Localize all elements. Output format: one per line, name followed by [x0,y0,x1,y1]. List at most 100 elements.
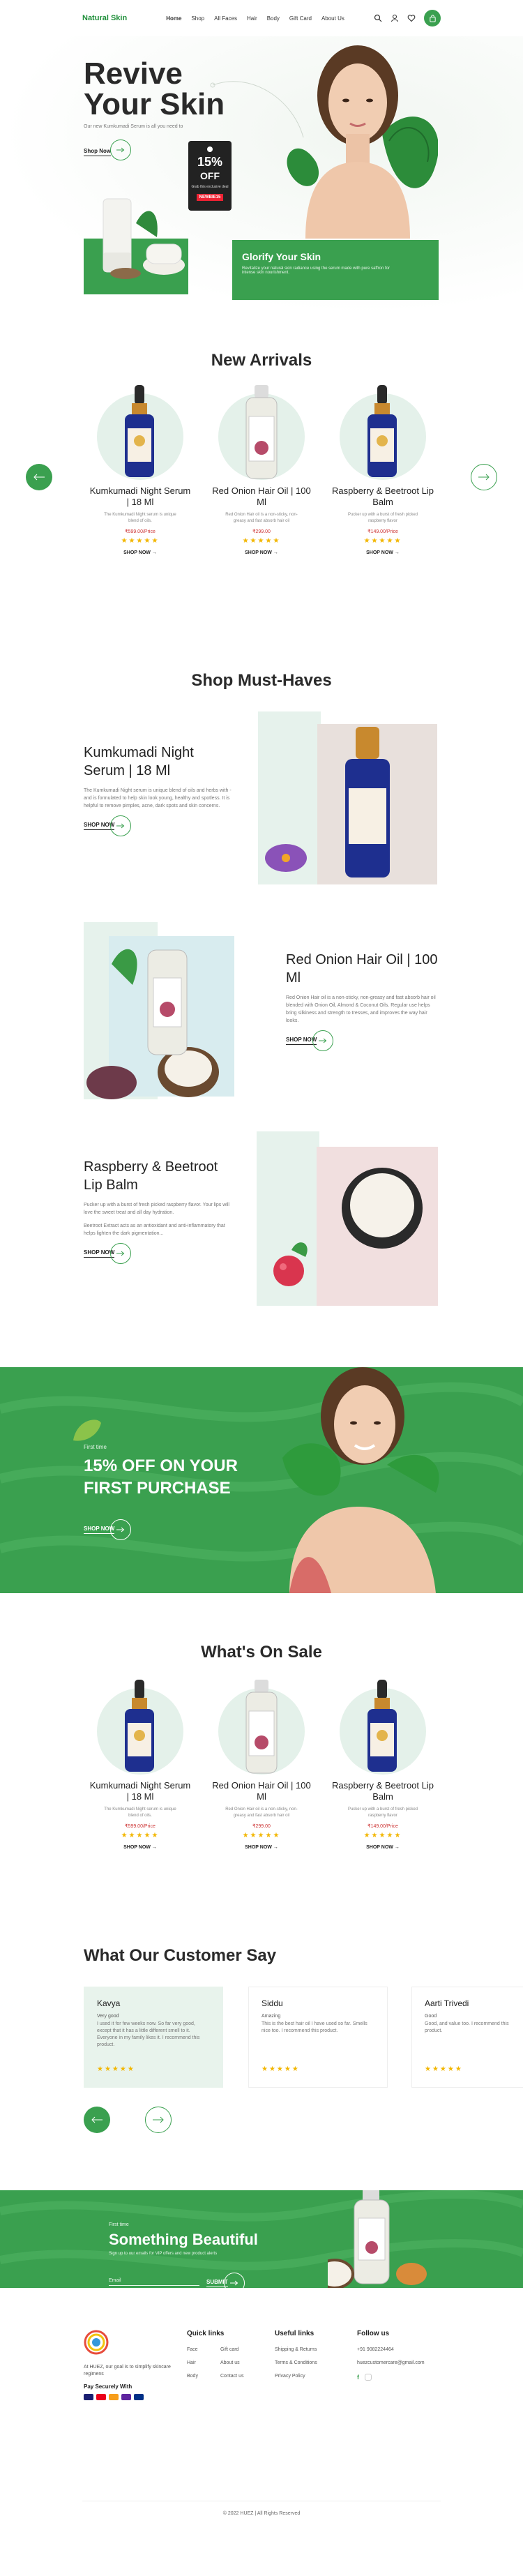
footer-email[interactable]: huezcustomercare@gmail.com [357,2360,444,2365]
product-shop-now[interactable]: SHOP NOW → [331,550,435,555]
product-name[interactable]: Raspberry & Beetroot Lip Balm [331,485,435,508]
testimonials-prev-button[interactable] [84,2107,110,2133]
newsletter-submit[interactable]: SUBMIT [206,2273,245,2288]
product-image[interactable] [331,382,435,480]
testimonial-name: Siddu [262,1998,283,2008]
footer-link-contact-us[interactable]: Contact us [220,2374,262,2379]
facebook-icon[interactable]: f [357,2374,359,2381]
arrow-right-icon[interactable] [110,815,132,836]
serum-bottle-image [125,1680,154,1772]
must-have-shop-now[interactable]: SHOP NOW [84,815,237,836]
payment-icons [84,2394,174,2400]
new-arrivals-prev-button[interactable] [26,464,52,490]
footer-link-terms[interactable]: Terms & Conditions [275,2360,351,2365]
product-price: ₹599.00/Price [125,1824,156,1829]
arrow-right-icon[interactable] [109,140,131,160]
promo-eyebrow: First time [84,1444,107,1450]
serum-bottle-image [125,385,154,477]
must-have-name[interactable]: Red Onion Hair Oil | 100 Ml [286,951,439,987]
product-image[interactable] [88,382,192,480]
footer-link-body[interactable]: Body [187,2374,220,2379]
product-shop-now[interactable]: SHOP NOW → [209,1845,314,1850]
nav-hair[interactable]: Hair [247,15,257,22]
heart-icon[interactable] [407,14,416,22]
hero-shop-now[interactable]: Shop Now [84,140,131,160]
newsletter-email-input[interactable]: Email [109,2278,199,2286]
product-price: ₹299.00 [252,529,271,534]
must-have-item: Red Onion Hair Oil | 100 Ml Red Onion Ha… [286,951,439,1051]
user-icon[interactable] [391,14,399,22]
brand-logo-icon[interactable] [84,2330,109,2355]
product-shop-now[interactable]: SHOP NOW → [209,550,314,555]
footer-link-privacy[interactable]: Privacy Policy [275,2374,351,2379]
nav-all-faces[interactable]: All Faces [214,15,237,22]
product-name[interactable]: Red Onion Hair Oil | 100 Ml [209,485,314,508]
new-arrivals-next-button[interactable] [471,464,497,490]
mastercard-icon [96,2394,106,2400]
arrow-right-icon[interactable] [110,1519,132,1540]
newsletter-subtitle: Sign up to our emails for VIP offers and… [109,2252,218,2256]
must-have-name[interactable]: Raspberry & Beetroot Lip Balm [84,1158,237,1194]
product-shop-now[interactable]: SHOP NOW → [88,550,192,555]
product-name[interactable]: Red Onion Hair Oil | 100 Ml [209,1780,314,1802]
testimonial-text: This is the best hair oil I have used so… [262,2021,367,2033]
product-image[interactable] [331,1677,435,1775]
nav-home[interactable]: Home [166,15,181,22]
discover-icon [109,2394,119,2400]
site-logo[interactable]: Natural Skin [82,14,127,22]
hero-shop-label[interactable]: Shop Now [84,148,112,156]
footer-link-face[interactable]: Face [187,2347,220,2352]
arrow-right-icon[interactable] [110,1243,132,1264]
product-name[interactable]: Raspberry & Beetroot Lip Balm [331,1780,435,1802]
tag-small-text: Grab this exclusive deal [191,185,229,189]
product-name[interactable]: Kumkumadi Night Serum | 18 Ml [88,1780,192,1802]
product-card[interactable]: Red Onion Hair Oil | 100 Ml Red Onion Ha… [209,382,314,555]
testimonial-card: Siddu Amazing This is the best hair oil … [248,1987,388,2088]
footer-link-hair[interactable]: Hair [187,2360,220,2365]
promo-shop-now[interactable]: SHOP NOW [84,1519,132,1540]
product-image[interactable] [209,1677,314,1775]
must-have-shop-now[interactable]: SHOP NOW [84,1243,237,1264]
leaf-icon [73,1419,101,1441]
product-card[interactable]: Raspberry & Beetroot Lip Balm Pucker up … [331,1677,435,1850]
testimonial-text: Good, and value too. I recommend this pr… [425,2021,509,2033]
serum-bottle-image [367,385,397,477]
must-have-text: The Kumkumadi Night serum is unique blen… [84,788,232,808]
arrow-right-icon[interactable] [312,1030,334,1051]
promo-model-image [282,1367,439,1593]
search-icon[interactable] [374,14,382,22]
nav-gift-card[interactable]: Gift Card [289,15,312,22]
product-name[interactable]: Kumkumadi Night Serum | 18 Ml [88,485,192,508]
product-shop-now[interactable]: SHOP NOW → [88,1845,192,1850]
product-rating: ★★★★★ [121,537,160,545]
nav-body[interactable]: Body [267,15,280,22]
product-image[interactable] [88,1677,192,1775]
nav-about-us[interactable]: About Us [321,15,344,22]
footer-phone[interactable]: +91 9082224464 [357,2347,444,2352]
nav-shop[interactable]: Shop [191,15,204,22]
arrow-right-icon[interactable] [223,2273,245,2288]
product-card[interactable]: Raspberry & Beetroot Lip Balm Pucker up … [331,382,435,555]
product-desc: The Kumkumadi Night serum is unique blen… [104,513,176,523]
product-desc: Red Onion Hair oil is a non-sticky, non-… [225,1807,298,1818]
glorify-title: Glorify Your Skin [242,251,321,262]
footer-link-shipping[interactable]: Shipping & Returns [275,2347,351,2352]
product-card[interactable]: Red Onion Hair Oil | 100 Ml Red Onion Ha… [209,1677,314,1850]
testimonial-card: Kavya Very good I used it for few weeks … [84,1987,223,2088]
must-have-shop-now[interactable]: SHOP NOW [286,1030,439,1051]
instagram-icon[interactable] [365,2374,372,2381]
cart-button[interactable] [424,10,441,27]
product-image[interactable] [209,382,314,480]
glorify-text: Revitalize your natural skin radiance us… [242,266,390,275]
must-have-name[interactable]: Kumkumadi Night Serum | 18 Ml [84,744,237,780]
testimonial-tag: Good [425,2014,437,2019]
testimonials-next-button[interactable] [145,2107,172,2133]
product-card[interactable]: Kumkumadi Night Serum | 18 Ml The Kumkum… [88,1677,192,1850]
product-shop-now[interactable]: SHOP NOW → [331,1845,435,1850]
upi-icon [121,2394,131,2400]
product-card[interactable]: Kumkumadi Night Serum | 18 Ml The Kumkum… [88,382,192,555]
product-price: ₹149.00/Price [367,529,398,534]
must-have-item: Raspberry & Beetroot Lip Balm Pucker up … [84,1158,237,1264]
footer-link-about-us[interactable]: About us [220,2360,262,2365]
footer-link-gift-card[interactable]: Gift card [220,2347,262,2352]
